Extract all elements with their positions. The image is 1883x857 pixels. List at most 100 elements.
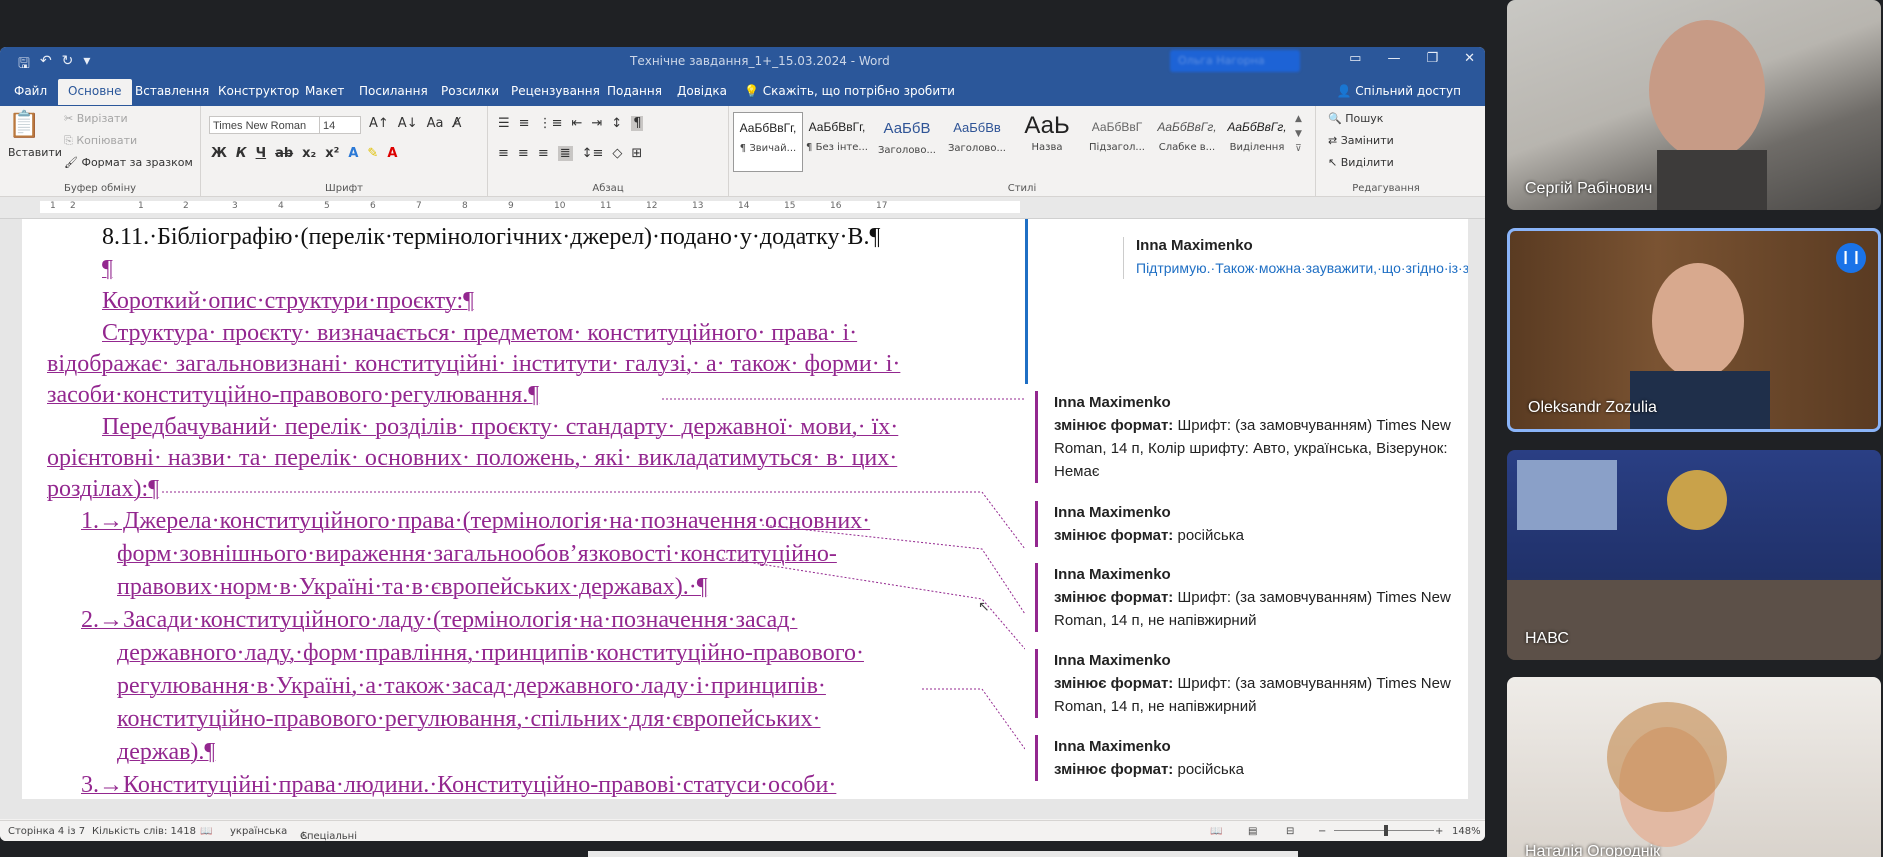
person-icon: 👤 bbox=[1336, 84, 1352, 98]
paste-button[interactable]: Вставити bbox=[8, 146, 62, 159]
style-heading-2[interactable]: АаБбВв Заголово... bbox=[943, 112, 1011, 170]
zoom-out-button[interactable]: − bbox=[1318, 826, 1326, 837]
align-left-icon[interactable]: ≡ bbox=[498, 146, 509, 161]
format-change-balloon[interactable]: Inna Maximenko змінює формат: Шрифт: (за… bbox=[1035, 649, 1468, 718]
ruler-tick: 2 bbox=[70, 201, 76, 211]
align-right-icon[interactable]: ≡ bbox=[538, 146, 549, 161]
participant-tile[interactable]: Наталія Огороднік bbox=[1507, 677, 1881, 857]
save-icon[interactable]: 🖫 bbox=[18, 53, 30, 77]
tab-view[interactable]: Подання bbox=[607, 84, 662, 98]
format-painter-button[interactable]: 🖌 Формат за зразком bbox=[64, 156, 193, 169]
print-layout-icon[interactable]: ▤ bbox=[1248, 826, 1257, 837]
style-emphasis[interactable]: АаБбВвГг, Виділення bbox=[1223, 112, 1291, 170]
style-no-spacing[interactable]: АаБбВвГг, ¶ Без інте... bbox=[803, 112, 871, 170]
document-page[interactable]: 8.11.·Бібліографію·(перелік·термінологіч… bbox=[22, 219, 1025, 799]
bullets-icon[interactable]: ☰ bbox=[498, 116, 510, 131]
styles-scroll-icon[interactable]: ▲ ▼ ⊽ bbox=[1295, 112, 1302, 157]
ribbon-display-icon[interactable]: ▭ bbox=[1349, 51, 1361, 66]
tab-insert[interactable]: Вставлення bbox=[135, 84, 209, 98]
grow-font-icon[interactable]: A↑ bbox=[369, 116, 389, 131]
align-center-icon[interactable]: ≡ bbox=[518, 146, 529, 161]
tab-design[interactable]: Конструктор bbox=[218, 84, 299, 98]
line-spacing-icon[interactable]: ↕≡ bbox=[582, 146, 604, 161]
copy-button[interactable]: ⎘ Копіювати bbox=[64, 134, 137, 148]
style-heading-1[interactable]: АаБбВ Заголово... bbox=[873, 112, 941, 170]
word-count[interactable]: Кількість слів: 1418 bbox=[92, 826, 196, 837]
styles-group-label: Стилі bbox=[1007, 183, 1037, 194]
horizontal-ruler[interactable]: 1 2 1 2 3 4 5 6 7 8 9 10 11 12 13 14 15 … bbox=[0, 197, 1485, 219]
format-change-balloon[interactable]: Inna Maximenko змінює формат: російська bbox=[1035, 501, 1468, 547]
undo-icon[interactable]: ↶ bbox=[40, 53, 52, 77]
shrink-font-icon[interactable]: A↓ bbox=[398, 116, 418, 131]
shading-icon[interactable]: ◇ bbox=[612, 146, 622, 161]
style-sample: АаБбВвГг, bbox=[1157, 120, 1217, 134]
close-button[interactable]: ✕ bbox=[1464, 51, 1475, 66]
tab-layout[interactable]: Макет bbox=[305, 84, 344, 98]
language-indicator[interactable]: українська bbox=[230, 826, 287, 837]
replace-button[interactable]: ⇄ Замінити bbox=[1328, 134, 1394, 147]
justify-icon[interactable]: ≣ bbox=[557, 146, 573, 161]
word-window: 🖫 ↶ ↻ ▾ Технічне завдання_1+_15.03.2024 … bbox=[0, 47, 1485, 841]
participant-tile[interactable]: Сергій Рабінович bbox=[1507, 0, 1881, 210]
proofing-icon[interactable]: 📖 bbox=[200, 826, 212, 837]
tab-mailings[interactable]: Розсилки bbox=[441, 84, 499, 98]
minimize-button[interactable]: — bbox=[1387, 51, 1400, 66]
customize-qat-icon[interactable]: ▾ bbox=[83, 53, 90, 77]
zoom-slider-thumb[interactable] bbox=[1384, 825, 1388, 836]
style-title[interactable]: АаЬ Назва bbox=[1013, 112, 1081, 170]
cut-button[interactable]: ✂ Вирізати bbox=[64, 112, 128, 125]
horizontal-scrollbar[interactable] bbox=[588, 851, 1298, 857]
strikethrough-icon[interactable]: ab bbox=[275, 146, 293, 161]
share-button[interactable]: 👤 Спільний доступ bbox=[1336, 84, 1461, 98]
highlight-icon[interactable]: ✎ bbox=[367, 146, 378, 161]
decrease-indent-icon[interactable]: ⇤ bbox=[571, 116, 582, 131]
text-effects-icon[interactable]: A bbox=[348, 146, 358, 161]
italic-icon[interactable]: К bbox=[236, 146, 247, 161]
find-button[interactable]: 🔍 Пошук bbox=[1328, 112, 1383, 125]
web-layout-icon[interactable]: ⊟ bbox=[1286, 826, 1294, 837]
participant-tile-active[interactable]: ❙❙ Oleksandr Zozulia bbox=[1507, 228, 1881, 432]
copy-label: Копіювати bbox=[76, 134, 138, 147]
format-change-balloon[interactable]: Inna Maximenko змінює формат: Шрифт: (за… bbox=[1035, 563, 1468, 632]
multilevel-list-icon[interactable]: ⋮≡ bbox=[539, 116, 563, 131]
tab-help[interactable]: Довідка bbox=[677, 84, 727, 98]
superscript-icon[interactable]: x² bbox=[325, 146, 339, 161]
font-size-combo[interactable]: 14 bbox=[319, 116, 361, 134]
maximize-button[interactable]: ❐ bbox=[1426, 51, 1438, 66]
page-indicator[interactable]: Сторінка 4 із 7 bbox=[8, 826, 85, 837]
show-marks-icon[interactable]: ¶ bbox=[631, 116, 644, 131]
redo-icon[interactable]: ↻ bbox=[62, 53, 74, 77]
zoom-in-button[interactable]: + bbox=[1435, 826, 1443, 837]
font-name-combo[interactable]: Times New Roman bbox=[209, 116, 321, 134]
style-normal[interactable]: АаБбВвГг, ¶ Звичай... bbox=[733, 112, 803, 172]
style-name: Назва bbox=[1031, 142, 1063, 153]
format-change-balloon[interactable]: Inna Maximenko змінює формат: Шрифт: (за… bbox=[1035, 391, 1468, 483]
font-color-icon[interactable]: A bbox=[387, 146, 397, 161]
select-button[interactable]: ↖ Виділити bbox=[1328, 156, 1394, 169]
subscript-icon[interactable]: x₂ bbox=[302, 146, 316, 161]
borders-icon[interactable]: ⊞ bbox=[631, 146, 642, 161]
tab-review[interactable]: Рецензування bbox=[511, 84, 600, 98]
underline-icon[interactable]: Ч bbox=[256, 146, 267, 161]
sort-icon[interactable]: ↕ bbox=[611, 116, 622, 131]
ruler-tick: 13 bbox=[692, 201, 704, 211]
tab-references[interactable]: Посилання bbox=[359, 84, 428, 98]
comment-balloon[interactable]: Inna Maximenko Підтримую.·Також·можна·за… bbox=[1123, 237, 1468, 279]
increase-indent-icon[interactable]: ⇥ bbox=[591, 116, 602, 131]
numbering-icon[interactable]: ≡ bbox=[519, 116, 530, 131]
style-subtitle[interactable]: АаБбВвГ Підзагол... bbox=[1083, 112, 1151, 170]
clear-formatting-icon[interactable]: A̸ bbox=[452, 116, 461, 131]
tell-me-search[interactable]: 💡 Скажіть, що потрібно зробити bbox=[744, 84, 955, 98]
account-name[interactable]: Ольга Нагорна bbox=[1170, 50, 1300, 72]
participant-name: Наталія Огороднік bbox=[1525, 843, 1661, 857]
tab-file[interactable]: Файл bbox=[14, 84, 47, 98]
style-subtle-emphasis[interactable]: АаБбВвГг, Слабке в... bbox=[1153, 112, 1221, 170]
format-change-balloon[interactable]: Inna Maximenko змінює формат: російська bbox=[1035, 735, 1468, 781]
tab-home[interactable]: Основне bbox=[58, 79, 132, 105]
participant-tile[interactable]: НАВС bbox=[1507, 450, 1881, 660]
paste-icon[interactable]: 📋 bbox=[8, 110, 40, 140]
bold-icon[interactable]: Ж bbox=[211, 146, 227, 161]
zoom-level[interactable]: 148% bbox=[1452, 826, 1481, 837]
read-mode-icon[interactable]: 📖 bbox=[1210, 826, 1222, 837]
change-case-icon[interactable]: Aa bbox=[427, 116, 444, 131]
